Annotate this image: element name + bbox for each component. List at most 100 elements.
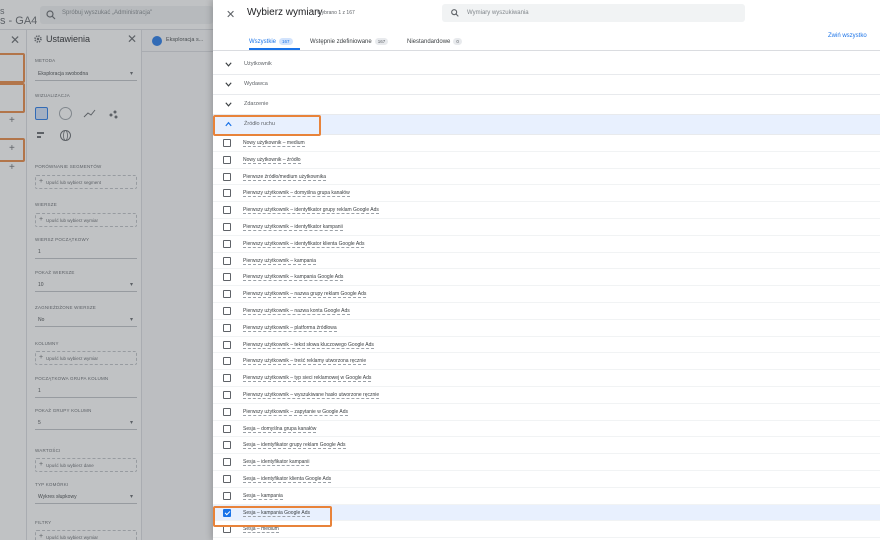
checkbox[interactable] [223, 340, 231, 349]
rows-drop-zone[interactable]: + Upuść lub wybierz wymiar [35, 213, 137, 227]
values-drop-zone[interactable]: + Upuść lub wybierz dane [35, 458, 137, 472]
filters-drop-zone[interactable]: + Upuść lub wybierz wymiar [35, 530, 137, 540]
tab-predefined[interactable]: Wstępnie zdefiniowane 167 [310, 33, 389, 48]
dimension-item[interactable]: Sesja – kampania [213, 488, 880, 505]
dimension-item[interactable]: Sesja – identyfikator klienta Google Ads [213, 471, 880, 488]
start-col-group-field[interactable]: 1 [35, 385, 137, 398]
search-icon [46, 10, 56, 20]
checkbox[interactable] [223, 273, 231, 282]
group-event[interactable]: Zdarzenie [213, 95, 880, 115]
tab-custom[interactable]: Niestandardowe 0 [407, 33, 462, 48]
dimension-item[interactable]: Sesja – identyfikator kampanii [213, 454, 880, 471]
group-traffic-source[interactable]: Źródło ruchu [213, 115, 880, 135]
tab-all-label: Wszystkie [249, 38, 276, 45]
checkbox[interactable] [223, 407, 231, 416]
segment-drop-zone[interactable]: + Upuść lub wybierz segment [35, 175, 137, 189]
dimension-item[interactable]: Pierwszy użytkownik – typ sieci reklamow… [213, 370, 880, 387]
dimension-item[interactable]: Nowy użytkownik – źródło [213, 152, 880, 169]
group-label: Użytkownik [244, 61, 272, 67]
tab-all[interactable]: Wszystkie 167 [249, 33, 293, 48]
nested-rows-select[interactable]: No ▾ [35, 314, 137, 327]
checkbox[interactable] [223, 222, 231, 231]
add-icon[interactable]: + [9, 162, 15, 173]
donut-viz-icon[interactable] [59, 107, 72, 120]
dimension-item[interactable]: Pierwszy użytkownik – domyślna grupa kan… [213, 185, 880, 203]
dimension-item[interactable]: Sesja – kampania Google Ads [213, 504, 880, 522]
show-col-groups-select[interactable]: 5 ▾ [35, 417, 137, 430]
add-icon[interactable]: + [9, 143, 15, 154]
show-col-groups-value: 5 [38, 420, 41, 426]
technique-select[interactable]: Eksploracja swobodna ▾ [35, 68, 137, 81]
checkbox[interactable] [223, 206, 231, 215]
checkbox[interactable] [223, 189, 231, 198]
scatter-viz-icon[interactable] [107, 107, 120, 120]
dimension-item[interactable]: Pierwszy użytkownik – nazwa grupy reklam… [213, 286, 880, 303]
close-icon[interactable]: ✕ [226, 8, 235, 21]
bar-viz-icon[interactable] [35, 129, 48, 142]
chevron-down-icon: ▾ [129, 420, 133, 426]
dimension-item[interactable]: Pierwszy użytkownik – tekst słowa kluczo… [213, 337, 880, 354]
tab-exploration[interactable]: Eksploracja s... [152, 35, 213, 49]
dimension-item[interactable]: Pierwszy użytkownik – identyfikator grup… [213, 202, 880, 219]
dimension-item-label: Pierwszy użytkownik – domyślna grupa kan… [243, 190, 350, 198]
dimension-item-label: Sesja – identyfikator klienta Google Ads [243, 475, 332, 483]
settings-header: Ustawienia ✕ [27, 30, 142, 48]
dimension-item[interactable]: Pierwszy użytkownik – identyfikator klie… [213, 236, 880, 253]
checkbox[interactable] [223, 306, 231, 315]
dimension-item[interactable]: Nowy użytkownik – medium [213, 135, 880, 152]
checkbox[interactable] [223, 256, 231, 265]
nested-rows-label: ZAGNIEŻDŻONE WIERSZE [35, 305, 97, 310]
checkbox[interactable] [223, 172, 231, 181]
close-icon[interactable]: ✕ [127, 32, 137, 46]
dimension-item[interactable]: Pierwsze źródło/medium użytkownika [213, 169, 880, 186]
dimension-item[interactable]: Sesja – domyślna grupa kanałów [213, 421, 880, 438]
show-rows-select[interactable]: 10 ▾ [35, 279, 137, 292]
checkbox-checked[interactable] [223, 508, 231, 517]
cell-type-select[interactable]: Wykres słupkowy ▾ [35, 491, 137, 504]
dimension-item[interactable]: Pierwszy użytkownik – wyszukiwane hasło … [213, 387, 880, 404]
selection-count: Wybrano 1 z 167 [317, 10, 355, 16]
columns-drop-label: Upuść lub wybierz wymiar [46, 356, 99, 361]
dimension-item[interactable]: Pierwszy użytkownik – treść reklamy utwo… [213, 353, 880, 371]
group-user[interactable]: Użytkownik [213, 55, 880, 75]
collapse-all-button[interactable]: Zwiń wszystko [828, 33, 867, 39]
dimension-item[interactable]: Pierwszy użytkownik – nazwa konta Google… [213, 303, 880, 320]
globe-viz-icon[interactable] [59, 129, 72, 142]
top-bar: s s - GA4 Spróbuj wyszukać „Administracj… [0, 0, 213, 30]
dimension-item[interactable]: Pierwszy użytkownik – zapytanie w Google… [213, 404, 880, 421]
checkbox[interactable] [223, 374, 231, 383]
segment-compare-label: PORÓWNANIE SEGMENTÓW [35, 164, 102, 169]
line-viz-icon[interactable] [83, 107, 96, 120]
checkbox[interactable] [223, 290, 231, 299]
checkbox[interactable] [223, 323, 231, 332]
checkbox[interactable] [223, 474, 231, 483]
table-viz-icon[interactable] [35, 107, 48, 120]
dimension-item[interactable]: Sesja – medium [213, 521, 880, 539]
checkbox[interactable] [223, 424, 231, 433]
checkbox[interactable] [223, 139, 231, 147]
checkbox[interactable] [223, 441, 231, 450]
add-icon[interactable]: + [9, 115, 15, 126]
checkbox[interactable] [223, 155, 231, 164]
checkbox[interactable] [223, 390, 231, 399]
checkbox[interactable] [223, 458, 231, 467]
checkbox[interactable] [223, 525, 231, 534]
dimension-item[interactable]: Sesja – identyfikator grupy reklam Googl… [213, 437, 880, 455]
columns-drop-zone[interactable]: + Upuść lub wybierz wymiar [35, 351, 137, 365]
tab-custom-count: 0 [453, 38, 462, 46]
global-search[interactable]: Spróbuj wyszukać „Administracja" [40, 6, 213, 24]
dimension-item-label: Sesja – identyfikator kampanii [243, 459, 310, 467]
group-publisher[interactable]: Wydawca [213, 75, 880, 95]
dimension-item[interactable]: Pierwszy użytkownik – platforma źródłowa [213, 320, 880, 337]
dimension-search-input[interactable]: Wymiary wyszukiwania [442, 4, 745, 22]
checkbox[interactable] [223, 357, 231, 366]
checkbox[interactable] [223, 491, 231, 500]
app-title: s - GA4 [0, 15, 38, 27]
close-icon[interactable]: ✕ [10, 33, 20, 47]
dimension-item[interactable]: Pierwszy użytkownik – kampania Google Ad… [213, 269, 880, 287]
chevron-down-icon: ▾ [129, 494, 133, 500]
start-row-field[interactable]: 1 [35, 246, 137, 259]
dimension-item[interactable]: Pierwszy użytkownik – kampania [213, 253, 880, 270]
checkbox[interactable] [223, 239, 231, 248]
dimension-item[interactable]: Pierwszy użytkownik – identyfikator kamp… [213, 219, 880, 236]
